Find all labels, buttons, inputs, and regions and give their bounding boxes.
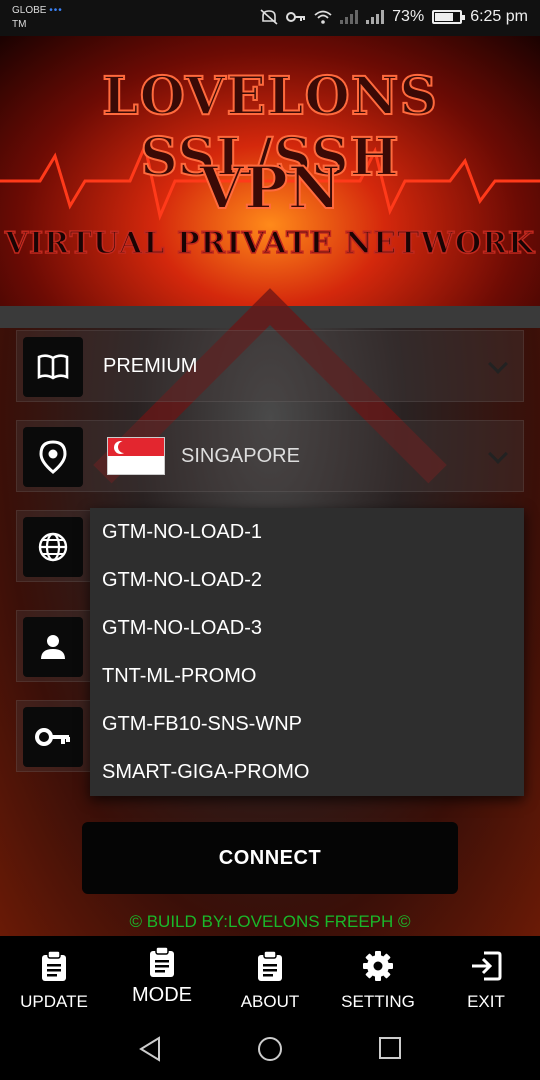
- nav-update[interactable]: UPDATE: [0, 948, 108, 1012]
- build-credit: © BUILD BY:LOVELONS FREEPH ©: [129, 912, 411, 931]
- dropdown-option[interactable]: GTM-FB10-SNS-WNP: [90, 700, 524, 748]
- dropdown-option[interactable]: GTM-NO-LOAD-2: [90, 556, 524, 604]
- clock: 6:25 pm: [470, 8, 528, 25]
- nav-label: SETTING: [341, 992, 415, 1011]
- nav-label: UPDATE: [20, 992, 88, 1011]
- plan-select[interactable]: PREMIUM: [16, 330, 524, 402]
- network-dropdown-menu: GTM-NO-LOAD-1 GTM-NO-LOAD-2 GTM-NO-LOAD-…: [90, 508, 524, 796]
- key-icon: [23, 707, 83, 767]
- back-icon[interactable]: [138, 1036, 162, 1062]
- signal-1-icon: [340, 10, 359, 24]
- gear-icon: [324, 948, 432, 984]
- exit-icon: [432, 948, 540, 984]
- connect-button[interactable]: CONNECT: [82, 822, 458, 894]
- clipboard-icon: [108, 944, 216, 980]
- signal-2-icon: [366, 10, 385, 24]
- recents-icon[interactable]: [378, 1036, 402, 1060]
- nav-label: MODE: [132, 984, 192, 1006]
- dropdown-option[interactable]: TNT-ML-PROMO: [90, 652, 524, 700]
- app-banner: LOVELONS SSL/SSH VPN VIRTUAL PRIVATE NET…: [0, 36, 540, 306]
- dropdown-option[interactable]: SMART-GIGA-PROMO: [90, 748, 524, 796]
- banner-subtitle: VPN: [198, 153, 342, 223]
- clipboard-icon: [216, 948, 324, 984]
- singapore-flag: [107, 437, 165, 475]
- nav-label: ABOUT: [240, 992, 300, 1011]
- server-select[interactable]: SINGAPORE: [16, 420, 524, 492]
- location-pin-icon: [23, 427, 83, 487]
- status-icons: 73% 6:25 pm: [260, 8, 528, 26]
- carrier-label: GLOBE ••• TM: [12, 5, 63, 30]
- person-icon: [23, 617, 83, 677]
- nav-mode[interactable]: MODE: [108, 944, 216, 1007]
- system-nav-bar: [0, 1020, 540, 1080]
- battery-percent: 73%: [392, 8, 425, 25]
- plan-select-value: PREMIUM: [103, 355, 198, 377]
- dropdown-option[interactable]: GTM-NO-LOAD-1: [90, 508, 524, 556]
- nav-exit[interactable]: EXIT: [432, 948, 540, 1012]
- globe-icon: [23, 517, 83, 577]
- banner-tagline: VIRTUAL PRIVATE NETWORK: [4, 225, 536, 262]
- nav-setting[interactable]: SETTING: [324, 948, 432, 1012]
- nav-label: EXIT: [467, 992, 505, 1011]
- mute-icon: [260, 9, 278, 25]
- home-icon[interactable]: [257, 1036, 283, 1062]
- chevron-down-icon: [488, 354, 508, 374]
- wifi-icon: [314, 10, 332, 24]
- dropdown-option[interactable]: GTM-NO-LOAD-3: [90, 604, 524, 652]
- clipboard-icon: [0, 948, 108, 984]
- book-icon: [23, 337, 83, 397]
- chevron-down-icon: [488, 444, 508, 464]
- battery-icon: [432, 10, 466, 24]
- key-status-icon: [286, 12, 306, 22]
- server-select-value: SINGAPORE: [181, 445, 300, 467]
- status-bar: GLOBE ••• TM 73% 6:25 pm: [0, 0, 540, 36]
- nav-about[interactable]: ABOUT: [216, 948, 324, 1012]
- bottom-nav: UPDATE MODE ABOUT SETTING EXIT: [0, 936, 540, 1020]
